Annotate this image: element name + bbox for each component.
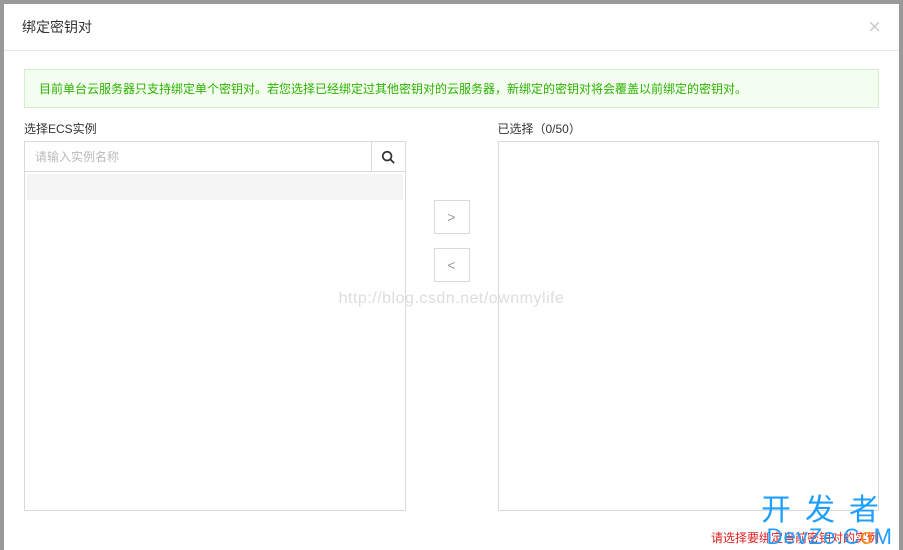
search-input[interactable] [25,142,371,171]
transfer-container: 选择ECS实例 > < [24,120,879,511]
modal-body: 目前单台云服务器只支持绑定单个密钥对。若您选择已经绑定过其他密钥对的云服务器，新… [4,51,899,521]
error-message: 请选择要绑定当前密钥对的实例 [711,529,879,546]
add-button[interactable]: > [434,200,470,234]
selected-panel: 已选择（0/50） [498,120,880,511]
modal-header: 绑定密钥对 × [4,4,899,51]
source-panel: 选择ECS实例 [24,120,406,511]
transfer-buttons: > < [406,200,498,282]
source-listbox[interactable] [24,171,406,511]
source-label: 选择ECS实例 [24,120,406,137]
modal-title: 绑定密钥对 [22,17,92,37]
selected-listbox[interactable] [498,141,880,511]
alert-text: 目前单台云服务器只支持绑定单个密钥对。若您选择已经绑定过其他密钥对的云服务器，新… [39,82,747,96]
bind-keypair-modal: 绑定密钥对 × 目前单台云服务器只支持绑定单个密钥对。若您选择已经绑定过其他密钥… [4,4,899,550]
selected-label: 已选择（0/50） [498,120,880,137]
search-button[interactable] [371,142,405,171]
close-icon[interactable]: × [868,16,881,38]
list-item[interactable] [27,174,403,200]
footer-row: 请选择要绑定当前密钥对的实例 [4,521,899,550]
remove-button[interactable]: < [434,248,470,282]
search-row [24,141,406,171]
search-icon [381,150,395,164]
info-alert: 目前单台云服务器只支持绑定单个密钥对。若您选择已经绑定过其他密钥对的云服务器，新… [24,69,879,108]
